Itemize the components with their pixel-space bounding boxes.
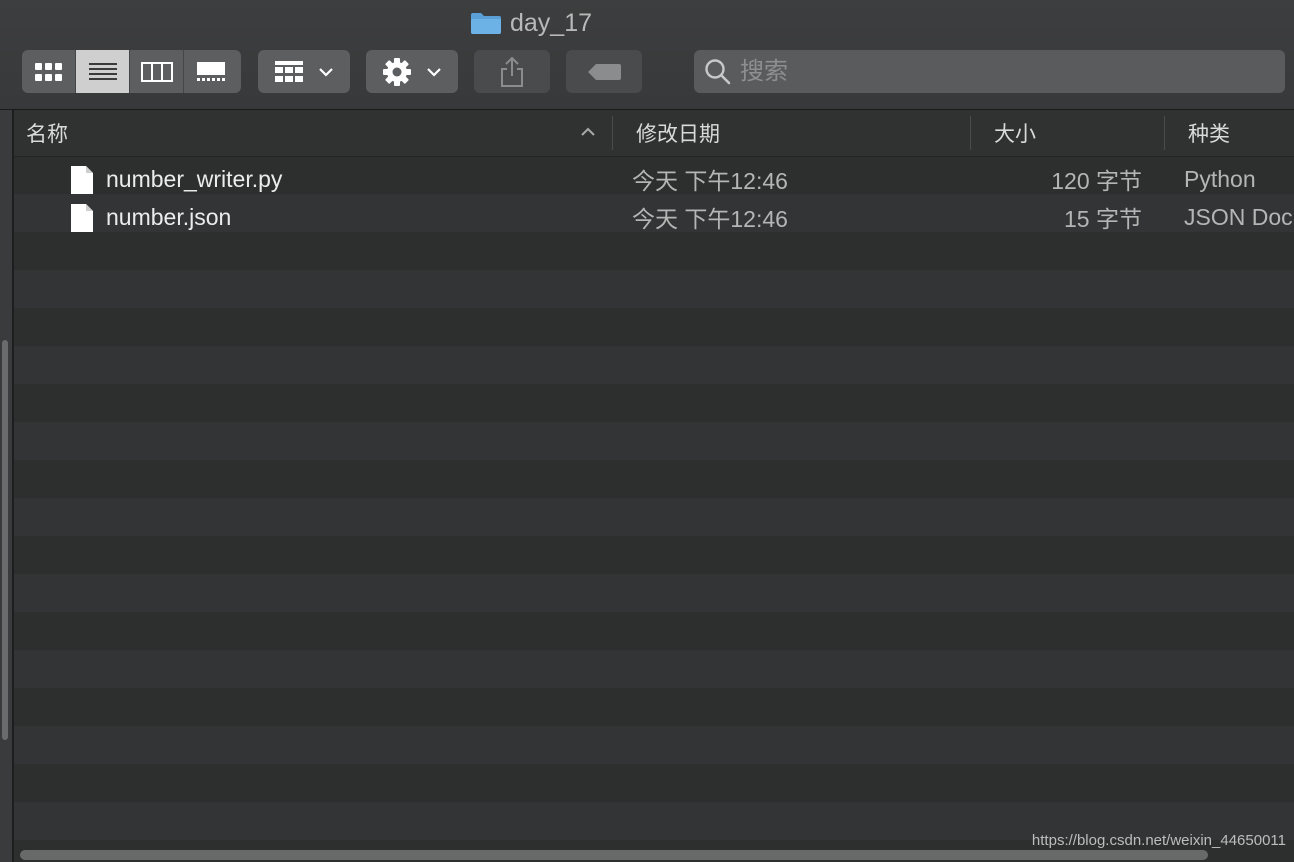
tag-icon: [588, 63, 621, 80]
column-header-row: 名称 修改日期 大小 种类: [14, 110, 1294, 157]
chevron-down-icon: [319, 67, 333, 77]
gallery-view-button[interactable]: [184, 50, 237, 93]
watermark-text: https://blog.csdn.net/weixin_44650011: [1031, 832, 1286, 849]
search-input[interactable]: [738, 56, 1262, 87]
icon-view-button[interactable]: [22, 50, 76, 93]
column-header-kind-label: 种类: [1188, 123, 1230, 146]
file-date: 今天 下午12:46: [632, 168, 788, 194]
file-name: number_writer.py: [106, 165, 283, 192]
column-header-name[interactable]: 名称: [14, 110, 612, 156]
file-list: 名称 修改日期 大小 种类 number_writer.py 今天 下午12:4…: [14, 110, 1294, 862]
gear-icon: [383, 57, 411, 86]
file-size: 120 字节: [1051, 168, 1142, 194]
group-by-button[interactable]: [258, 50, 350, 93]
column-header-kind[interactable]: 种类: [1176, 110, 1294, 156]
column-header-date-label: 修改日期: [636, 123, 720, 146]
chevron-down-icon: [427, 67, 441, 77]
file-row[interactable]: number.json 今天 下午12:46 15 字节 JSON Doc: [14, 198, 1294, 236]
document-icon: [71, 166, 93, 194]
column-header-date[interactable]: 修改日期: [624, 110, 970, 156]
sort-ascending-icon: [581, 127, 595, 136]
search-icon: [705, 58, 731, 84]
column-divider[interactable]: [1164, 116, 1165, 150]
list-view-button[interactable]: [76, 50, 130, 93]
window-title-text: day_17: [510, 8, 593, 37]
sidebar-scroll-strip[interactable]: [0, 110, 14, 862]
horizontal-scrollbar[interactable]: [20, 850, 1208, 860]
share-button[interactable]: [474, 50, 550, 93]
file-name: number.json: [106, 203, 232, 230]
share-icon: [501, 56, 523, 87]
list-view-icon: [88, 62, 117, 80]
column-header-size-label: 大小: [994, 123, 1036, 146]
column-header-name-label: 名称: [26, 123, 68, 146]
document-icon: [71, 204, 93, 232]
file-kind: JSON Doc: [1184, 203, 1293, 230]
gallery-view-icon: [196, 61, 225, 81]
window-title: day_17: [470, 8, 592, 38]
window-toolbar: day_17: [0, 0, 1294, 110]
icon-view-icon: [34, 62, 62, 81]
column-divider[interactable]: [970, 116, 971, 150]
sidebar-scroll-thumb[interactable]: [2, 340, 8, 740]
column-divider[interactable]: [612, 116, 613, 150]
action-button[interactable]: [366, 50, 458, 93]
view-mode-control: [22, 50, 241, 93]
tags-button[interactable]: [566, 50, 642, 93]
column-view-icon: [140, 61, 173, 82]
column-view-button[interactable]: [130, 50, 184, 93]
search-field[interactable]: [694, 50, 1285, 93]
folder-icon: [471, 13, 501, 34]
group-by-icon: [275, 60, 303, 82]
file-size: 15 字节: [1064, 206, 1142, 232]
file-date: 今天 下午12:46: [632, 206, 788, 232]
column-header-size[interactable]: 大小: [982, 110, 1164, 156]
file-row[interactable]: number_writer.py 今天 下午12:46 120 字节 Pytho…: [14, 160, 1294, 198]
file-kind: Python: [1184, 165, 1256, 192]
